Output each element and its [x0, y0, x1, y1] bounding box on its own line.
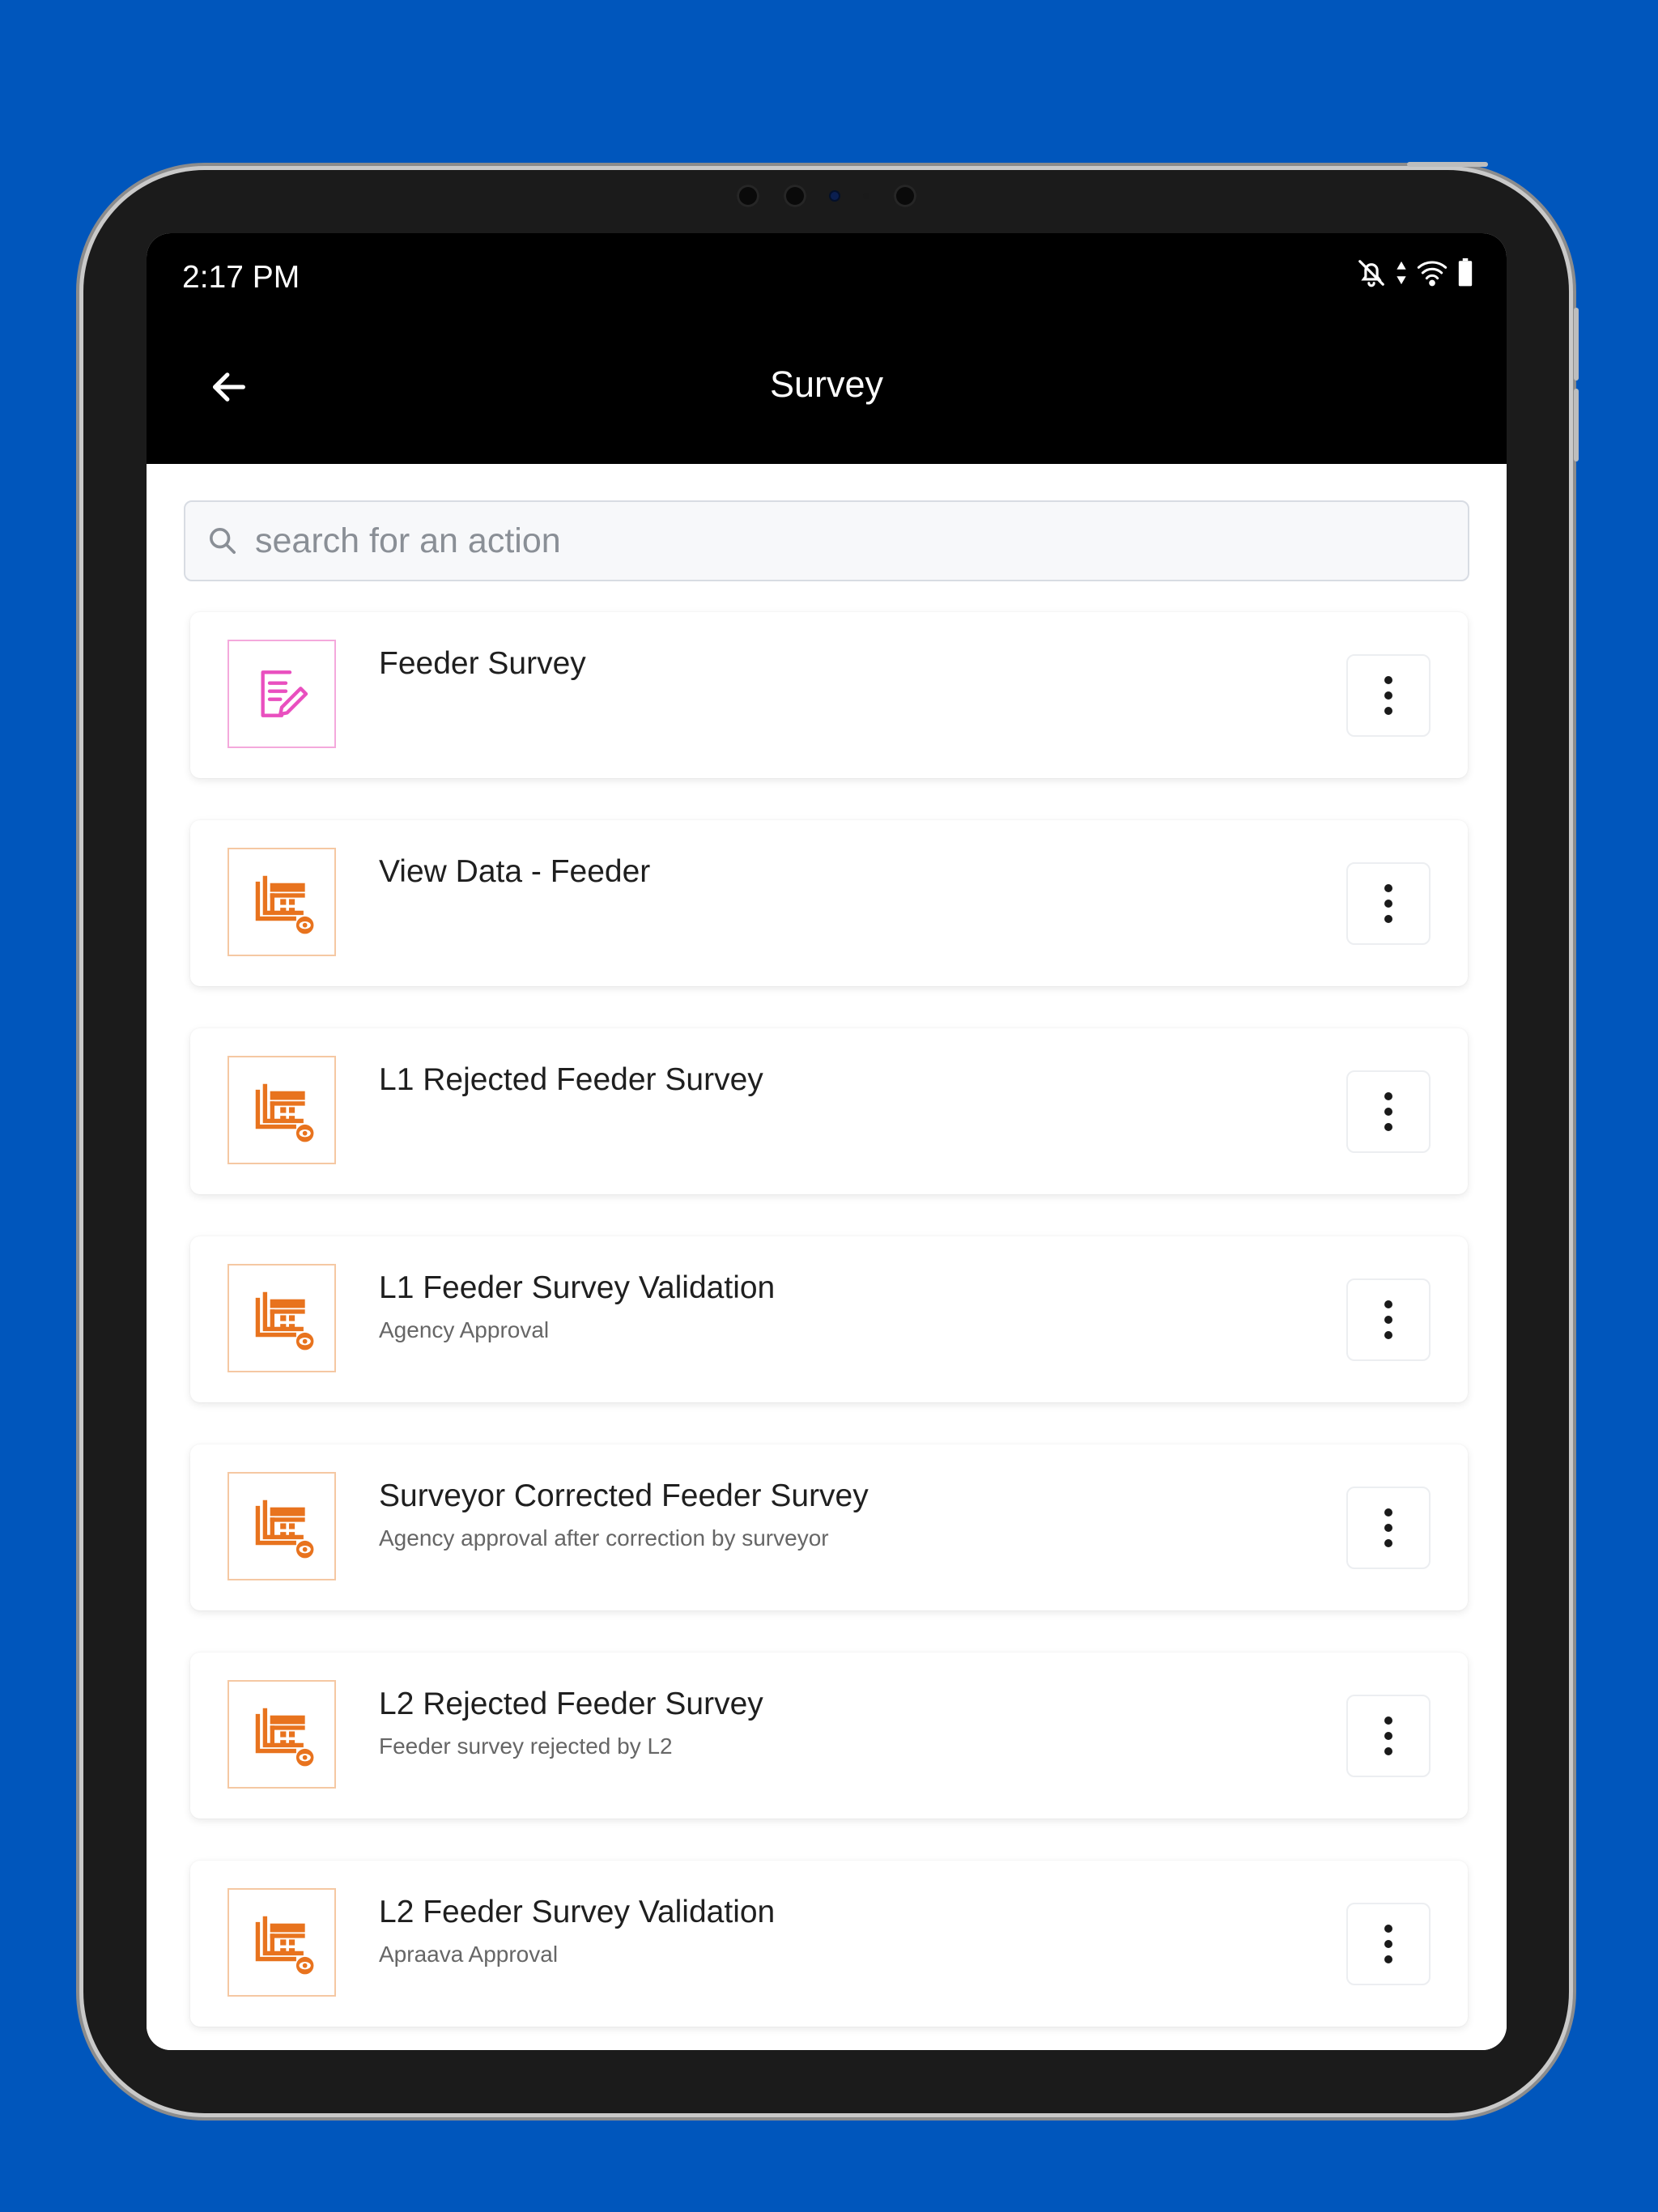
search-icon [206, 525, 239, 557]
app-bar: Survey [147, 318, 1507, 464]
dot [1384, 1955, 1392, 1963]
mic-icon [862, 193, 869, 199]
lens-icon [830, 192, 839, 200]
table-view-icon [227, 1888, 336, 1997]
flash-icon [893, 185, 916, 207]
more-options-button[interactable] [1346, 1903, 1431, 1985]
content-area: Feeder Survey View Data - Feeder L1 Reject… [147, 464, 1507, 2050]
dot [1384, 915, 1392, 923]
more-options-button[interactable] [1346, 1070, 1431, 1153]
list-item[interactable]: Surveyor Corrected Feeder Survey Agency a… [190, 1444, 1468, 1610]
dot [1384, 691, 1392, 700]
camera-icon [783, 185, 806, 207]
wifi-icon [1416, 259, 1448, 291]
status-bar: 2:17 PM [147, 233, 1507, 318]
status-icons [1356, 257, 1474, 292]
dot [1384, 1300, 1392, 1308]
list-item-title: L2 Feeder Survey Validation [379, 1895, 776, 1929]
dot [1384, 1331, 1392, 1339]
list-item[interactable]: L2 Rejected Feeder Survey Feeder survey r… [190, 1653, 1468, 1819]
form-edit-icon [227, 640, 336, 748]
dot [1384, 1524, 1392, 1532]
list-item-subtitle: Agency Approval [379, 1317, 550, 1342]
list-item-title: Surveyor Corrected Feeder Survey [379, 1478, 869, 1513]
status-time: 2:17 PM [182, 260, 300, 295]
dot [1384, 884, 1392, 892]
page-title: Survey [769, 364, 884, 405]
table-view-icon [227, 1472, 336, 1580]
more-options-button[interactable] [1346, 1487, 1431, 1569]
dot [1384, 1925, 1392, 1933]
dot [1384, 1940, 1392, 1948]
camera-array [83, 185, 1569, 207]
dot [1384, 1747, 1392, 1755]
dot [1384, 1092, 1392, 1100]
list-item[interactable]: L2 Feeder Survey Validation Apraava Appro… [190, 1861, 1468, 2027]
list-item-title: View Data - Feeder [379, 854, 651, 889]
list-item-title: L1 Feeder Survey Validation [379, 1270, 776, 1305]
table-view-icon [227, 1056, 336, 1164]
bell-off-icon [1356, 257, 1387, 292]
list-item[interactable]: Feeder Survey [190, 612, 1468, 778]
list-item-subtitle: Feeder survey rejected by L2 [379, 1733, 673, 1759]
more-options-button[interactable] [1346, 654, 1431, 737]
dot [1384, 676, 1392, 684]
dot [1384, 1716, 1392, 1725]
table-view-icon [227, 848, 336, 956]
table-view-icon [227, 1264, 336, 1372]
list-item[interactable]: L1 Rejected Feeder Survey [190, 1028, 1468, 1194]
dot [1384, 1123, 1392, 1131]
list-item-title: Feeder Survey [379, 646, 586, 681]
more-options-button[interactable] [1346, 862, 1431, 945]
list-item[interactable]: View Data - Feeder [190, 820, 1468, 986]
table-view-icon [227, 1680, 336, 1789]
dot [1384, 1108, 1392, 1116]
screen: 2:17 PM Survey search for an action Feed… [147, 233, 1507, 2050]
dot [1384, 1539, 1392, 1547]
power-button [1407, 162, 1488, 167]
dot [1384, 1508, 1392, 1516]
battery-icon [1456, 258, 1474, 291]
dot [1384, 900, 1392, 908]
list-item-title: L1 Rejected Feeder Survey [379, 1062, 763, 1097]
list-item[interactable]: L1 Feeder Survey Validation Agency Approv… [190, 1236, 1468, 1402]
volume-up-button [1574, 308, 1579, 381]
list-item-subtitle: Agency approval after correction by surv… [379, 1525, 829, 1551]
dot [1384, 1732, 1392, 1740]
more-options-button[interactable] [1346, 1278, 1431, 1361]
more-options-button[interactable] [1346, 1695, 1431, 1777]
search-input[interactable] [253, 520, 1390, 562]
data-arrows-icon [1395, 259, 1408, 291]
list-item-subtitle: Apraava Approval [379, 1942, 559, 1967]
dot [1384, 707, 1392, 715]
volume-down-button [1574, 389, 1579, 462]
list-item-title: L2 Rejected Feeder Survey [379, 1687, 763, 1721]
search-bar[interactable] [184, 500, 1469, 581]
dot [1384, 1316, 1392, 1324]
sensor-icon [736, 185, 759, 207]
tablet-frame: 2:17 PM Survey search for an action Feed… [83, 162, 1579, 2113]
